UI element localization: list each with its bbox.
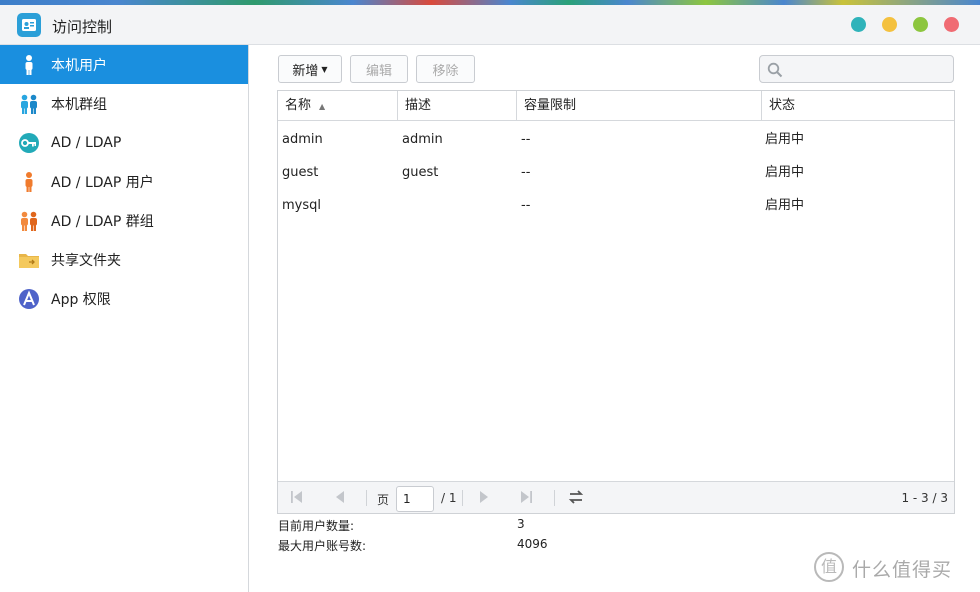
sidebar-item-label: 共享文件夹 [51, 252, 121, 269]
access-control-app-icon [17, 13, 41, 37]
refresh-icon[interactable] [567, 488, 585, 510]
pager-range: 1 - 3 / 3 [901, 491, 948, 505]
max-users-label: 最大用户账号数: [278, 539, 367, 553]
column-header-status[interactable]: 状态 [762, 91, 954, 121]
table-row[interactable]: mysql -- 启用中 [278, 189, 954, 222]
sidebar-item-local-groups[interactable]: 本机群组 [0, 84, 248, 123]
app-icon [18, 288, 40, 310]
user-icon [18, 54, 40, 76]
sidebar-item-ad-ldap-users[interactable]: AD / LDAP 用户 [0, 162, 248, 201]
sidebar-item-label: AD / LDAP 群组 [51, 213, 154, 230]
user-icon [18, 171, 40, 193]
search-box[interactable] [759, 55, 954, 83]
sidebar-item-label: AD / LDAP [51, 134, 122, 151]
edit-button[interactable]: 编辑 [350, 55, 408, 83]
cell-status: 启用中 [765, 165, 805, 180]
page-label: 页 [377, 493, 390, 507]
current-users-value: 3 [517, 517, 525, 531]
sidebar-item-local-users[interactable]: 本机用户 [0, 45, 248, 84]
cell-quota: -- [521, 198, 531, 213]
sidebar-item-shared-folders[interactable]: 共享文件夹 [0, 240, 248, 279]
previous-page-icon[interactable] [333, 490, 347, 508]
sidebar-item-ad-ldap-groups[interactable]: AD / LDAP 群组 [0, 201, 248, 240]
cell-description: guest [402, 165, 439, 180]
sidebar-item-label: 本机群组 [51, 96, 107, 113]
watermark-text: 什么值得买 [852, 559, 953, 581]
pager-divider [462, 490, 463, 506]
last-page-icon[interactable] [519, 490, 533, 508]
cell-description: admin [402, 132, 443, 147]
title-bar: 访问控制 [0, 5, 980, 45]
window-button-3[interactable] [913, 17, 928, 32]
group-icon [18, 93, 40, 115]
folder-icon [18, 249, 40, 271]
cell-description [398, 189, 517, 222]
sidebar-item-ad-ldap[interactable]: AD / LDAP [0, 123, 248, 162]
table-row[interactable]: guest guest -- 启用中 [278, 156, 954, 189]
next-page-icon[interactable] [477, 490, 491, 508]
remove-button[interactable]: 移除 [416, 55, 475, 83]
watermark-logo: 值 [814, 552, 844, 582]
pagination-bar: 页 / 1 1 - 3 / 3 [278, 481, 954, 513]
window-button-1[interactable] [851, 17, 866, 32]
group-icon [18, 210, 40, 232]
sidebar-item-label: App 权限 [51, 291, 111, 308]
page-total: / 1 [441, 491, 457, 505]
cell-name: admin [282, 132, 323, 147]
pager-divider [366, 490, 367, 506]
pager-divider [554, 490, 555, 506]
table-header: 名称 ▲ 描述 容量限制 状态 [278, 91, 954, 121]
cell-name: mysql [282, 198, 321, 213]
watermark: 值 什么值得买 [814, 549, 974, 585]
sidebar-item-label: AD / LDAP 用户 [51, 174, 154, 191]
cell-name: guest [282, 165, 319, 180]
cell-status: 启用中 [765, 132, 805, 147]
new-button-label: 新增 [292, 63, 319, 79]
window-title: 访问控制 [52, 18, 113, 36]
search-input[interactable] [790, 59, 948, 79]
cell-quota: -- [521, 132, 531, 147]
first-page-icon[interactable] [290, 490, 304, 508]
sidebar-item-app-permissions[interactable]: App 权限 [0, 279, 248, 318]
search-icon [767, 62, 783, 82]
chevron-down-icon: ▼ [321, 64, 328, 74]
key-icon [18, 132, 40, 154]
cell-status: 启用中 [765, 198, 805, 213]
max-users-value: 4096 [517, 537, 548, 551]
table-row[interactable]: admin admin -- 启用中 [278, 123, 954, 156]
sidebar: 本机用户 本机群组 AD / LDAP AD / LDAP 用户 AD / LD… [0, 45, 249, 592]
column-header-name[interactable]: 名称 ▲ [278, 91, 398, 121]
column-header-description[interactable]: 描述 [398, 91, 517, 121]
new-button[interactable]: 新增 ▼ [278, 55, 342, 83]
window-button-2[interactable] [882, 17, 897, 32]
users-table: 名称 ▲ 描述 容量限制 状态 admin admin -- 启用中 guest … [277, 90, 955, 514]
window-close-button[interactable] [944, 17, 959, 32]
column-header-quota[interactable]: 容量限制 [517, 91, 762, 121]
sort-ascending-icon: ▲ [319, 102, 326, 111]
sidebar-item-label: 本机用户 [51, 57, 107, 74]
cell-quota: -- [521, 165, 531, 180]
current-users-label: 目前用户数量: [278, 519, 355, 533]
page-number-input[interactable] [396, 486, 434, 512]
